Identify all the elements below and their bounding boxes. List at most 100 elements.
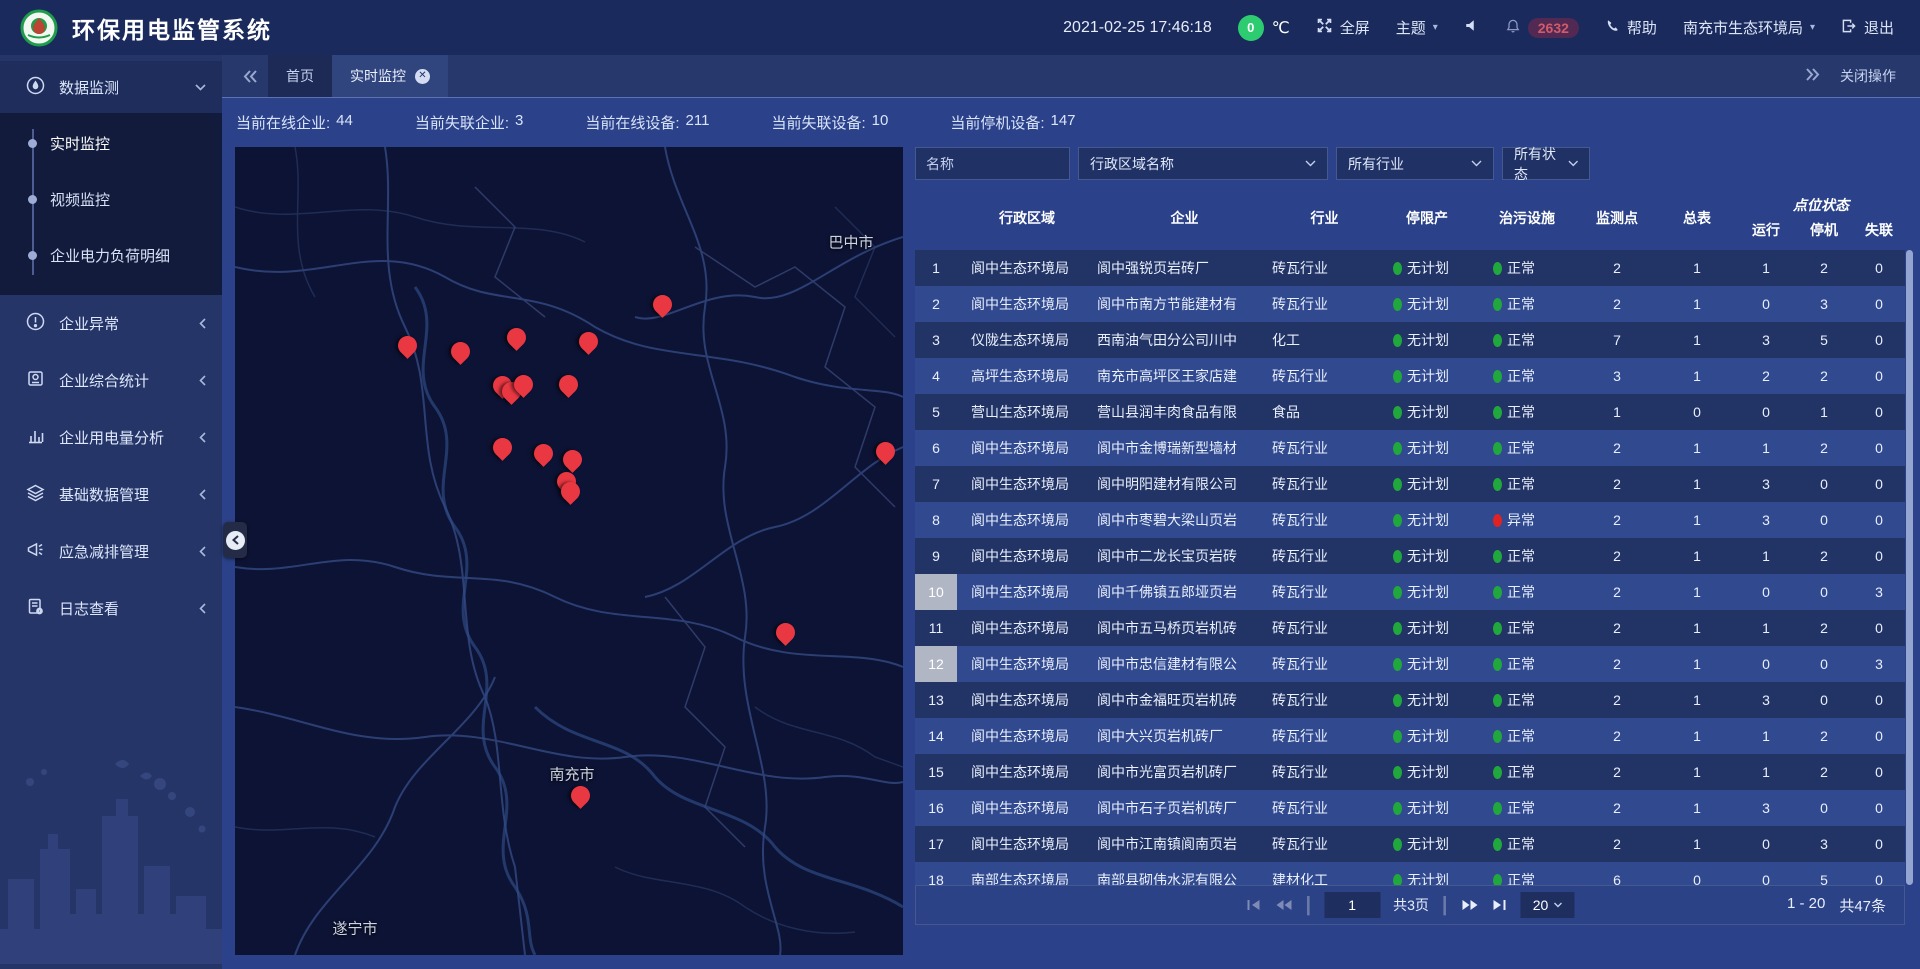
sidebar-group-enterprise-abnormal[interactable]: 企业异常 <box>0 295 222 352</box>
sidebar-group-power-analysis[interactable]: 企业用电量分析 <box>0 409 222 466</box>
status-dot <box>1493 586 1502 599</box>
column-header-production-limit: 停限产 <box>1377 185 1477 250</box>
plan-text: 无计划 <box>1407 510 1449 530</box>
table-row[interactable]: 1 阆中生态环境局 阆中强锐页岩砖厂 砖瓦行业 无计划 正常 <box>915 250 1905 286</box>
sidebar-collapse-button[interactable] <box>223 522 247 558</box>
cell-running: 0 <box>1737 656 1795 672</box>
table-row[interactable]: 8 阆中生态环境局 阆中市枣碧大梁山页岩 砖瓦行业 无计划 异常 <box>915 502 1905 538</box>
cell-production-limit: 无计划 <box>1377 330 1477 350</box>
cell-total-meters: 1 <box>1657 728 1737 744</box>
cell-monitor-points: 2 <box>1577 656 1657 672</box>
last-page-button[interactable] <box>1492 898 1508 912</box>
table-row[interactable]: 12 阆中生态环境局 阆中市忠信建材有限公 砖瓦行业 无计划 正常 <box>915 646 1905 682</box>
chevron-left-icon <box>199 375 206 386</box>
tabs-scroll-left-button[interactable] <box>232 55 268 97</box>
status-dot <box>1493 766 1502 779</box>
close-operations-button[interactable]: 关闭操作 <box>1840 66 1896 86</box>
status-dot <box>1393 514 1402 527</box>
cell-running: 1 <box>1737 548 1795 564</box>
mute-button[interactable] <box>1464 18 1479 37</box>
table-scrollbar[interactable] <box>1906 250 1913 885</box>
cell-running: 3 <box>1737 332 1795 348</box>
org-dropdown[interactable]: 南充市生态环境局 ▾ <box>1683 17 1815 38</box>
cell-industry: 砖瓦行业 <box>1272 834 1377 854</box>
cell-region: 阆中生态环境局 <box>957 438 1097 458</box>
cell-region: 阆中生态环境局 <box>957 510 1097 530</box>
table-row[interactable]: 15 阆中生态环境局 阆中市光富页岩机砖厂 砖瓦行业 无计划 正常 <box>915 754 1905 790</box>
cell-total-meters: 1 <box>1657 260 1737 276</box>
table-row[interactable]: 3 仪陇生态环境局 西南油气田分公司川中 化工 无计划 正常 <box>915 322 1905 358</box>
table-row[interactable]: 2 阆中生态环境局 阆中市南方节能建材有 砖瓦行业 无计划 正常 <box>915 286 1905 322</box>
tabs-scroll-right-button[interactable] <box>1805 68 1820 84</box>
table-row[interactable]: 9 阆中生态环境局 阆中市二龙长宝页岩砖 砖瓦行业 无计划 正常 <box>915 538 1905 574</box>
row-index: 16 <box>915 790 957 826</box>
sidebar-item-realtime-monitor[interactable]: 实时监控 <box>0 115 222 171</box>
notifications-button[interactable]: 2632 <box>1505 18 1579 38</box>
fullscreen-button[interactable]: 全屏 <box>1316 17 1370 38</box>
previous-page-button[interactable] <box>1274 898 1292 912</box>
stat-item: 当前在线企业: 44 <box>236 112 353 133</box>
sidebar-group-log-view[interactable]: 日志查看 <box>0 580 222 637</box>
cell-monitor-points: 2 <box>1577 440 1657 456</box>
table-row[interactable]: 7 阆中生态环境局 阆中明阳建材有限公司 砖瓦行业 无计划 正常 <box>915 466 1905 502</box>
logout-button[interactable]: 退出 <box>1841 17 1894 38</box>
cell-stopped: 3 <box>1795 296 1853 312</box>
datetime-display: 2021-02-25 17:46:18 <box>1063 19 1212 37</box>
cell-monitor-points: 2 <box>1577 764 1657 780</box>
status-dot <box>1393 298 1402 311</box>
cell-production-limit: 无计划 <box>1377 762 1477 782</box>
map[interactable]: 巴中市 南充市 遂宁市 <box>235 147 903 955</box>
tab-home[interactable]: 首页 <box>268 55 332 97</box>
row-index: 4 <box>915 358 957 394</box>
cell-company: 南部县砌伟水泥有限公 <box>1097 870 1272 885</box>
sidebar-group-emergency-reduction[interactable]: 应急减排管理 <box>0 523 222 580</box>
cell-industry: 砖瓦行业 <box>1272 294 1377 314</box>
theme-dropdown[interactable]: 主题 ▾ <box>1396 17 1438 38</box>
table-row[interactable]: 16 阆中生态环境局 阆中市石子页岩机砖厂 砖瓦行业 无计划 正常 <box>915 790 1905 826</box>
region-filter-select[interactable]: 行政区域名称 <box>1078 147 1328 180</box>
help-button[interactable]: 帮助 <box>1605 17 1657 38</box>
table-row[interactable]: 6 阆中生态环境局 阆中市金博瑞新型墙材 砖瓦行业 无计划 正常 <box>915 430 1905 466</box>
first-page-button[interactable] <box>1245 898 1261 912</box>
page-size-select[interactable]: 20 <box>1521 892 1575 918</box>
table-row[interactable]: 18 南部生态环境局 南部县砌伟水泥有限公 建材化工 无计划 正常 <box>915 862 1905 885</box>
cell-region: 仪陇生态环境局 <box>957 330 1097 350</box>
page-number-input[interactable] <box>1324 892 1380 918</box>
table-row[interactable]: 11 阆中生态环境局 阆中市五马桥页岩机砖 砖瓦行业 无计划 正常 <box>915 610 1905 646</box>
table-row[interactable]: 13 阆中生态环境局 阆中市金福旺页岩机砖 砖瓦行业 无计划 正常 <box>915 682 1905 718</box>
cell-monitor-points: 2 <box>1577 728 1657 744</box>
sidebar-item-power-load-detail[interactable]: 企业电力负荷明细 <box>0 227 222 283</box>
status-dot <box>1393 334 1402 347</box>
table-row[interactable]: 10 阆中生态环境局 阆中千佛镇五郎垭页岩 砖瓦行业 无计划 正常 <box>915 574 1905 610</box>
table-row[interactable]: 17 阆中生态环境局 阆中市江南镇阆南页岩 砖瓦行业 无计划 正常 <box>915 826 1905 862</box>
cell-production-limit: 无计划 <box>1377 726 1477 746</box>
tab-realtime-monitor[interactable]: 实时监控 ✕ <box>332 55 448 97</box>
chevron-left-icon <box>199 489 206 500</box>
sidebar-group-data-monitor[interactable]: 数据监测 <box>0 61 222 113</box>
table-row[interactable]: 4 高坪生态环境局 南充市高坪区王家店建 砖瓦行业 无计划 正常 <box>915 358 1905 394</box>
sidebar-group-base-data[interactable]: 基础数据管理 <box>0 466 222 523</box>
stat-label: 当前在线企业: <box>236 112 330 133</box>
row-index-cell: 4 <box>915 358 957 394</box>
stat-value: 211 <box>686 112 710 133</box>
phone-icon <box>1605 18 1620 37</box>
next-page-button[interactable] <box>1461 898 1479 912</box>
top-header: 环保用电监管系统 2021-02-25 17:46:18 0 ℃ 全屏 主题 ▾ <box>0 0 1920 55</box>
cell-offline: 0 <box>1853 476 1905 492</box>
cell-offline: 3 <box>1853 656 1905 672</box>
sidebar-group-enterprise-stats[interactable]: 企业综合统计 <box>0 352 222 409</box>
cell-running: 3 <box>1737 692 1795 708</box>
sidebar-item-video-monitor[interactable]: 视频监控 <box>0 171 222 227</box>
status-dot <box>1493 442 1502 455</box>
cell-running: 0 <box>1737 584 1795 600</box>
close-icon[interactable]: ✕ <box>415 69 430 84</box>
table-row[interactable]: 14 阆中生态环境局 阆中大兴页岩机砖厂 砖瓦行业 无计划 正常 <box>915 718 1905 754</box>
status-filter-select[interactable]: 所有状态 <box>1502 147 1590 180</box>
name-filter-input[interactable] <box>915 147 1070 180</box>
cell-running: 3 <box>1737 476 1795 492</box>
fullscreen-label: 全屏 <box>1340 17 1370 38</box>
table-row[interactable]: 5 营山生态环境局 营山县润丰肉食品有限 食品 无计划 正常 <box>915 394 1905 430</box>
cell-industry: 砖瓦行业 <box>1272 798 1377 818</box>
row-index-cell: 18 <box>915 862 957 885</box>
industry-filter-select[interactable]: 所有行业 <box>1336 147 1494 180</box>
